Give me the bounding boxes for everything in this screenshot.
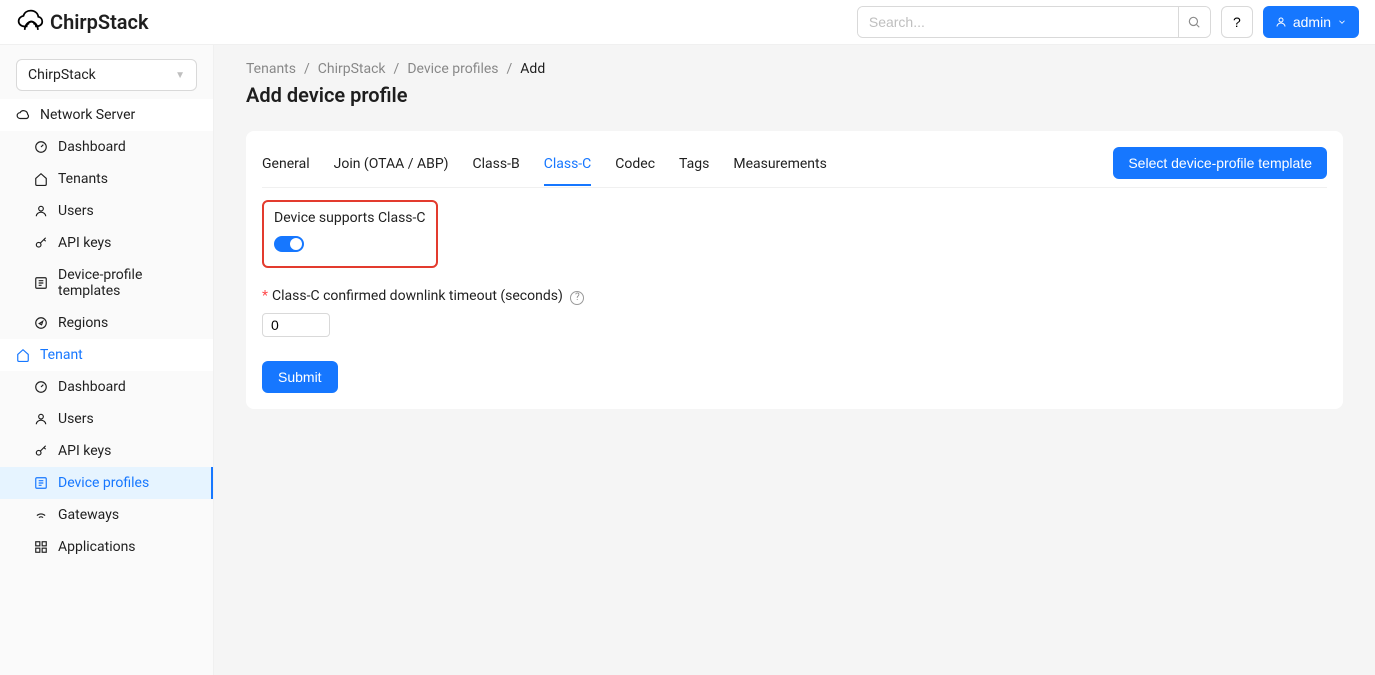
search-icon <box>1187 15 1201 29</box>
breadcrumb-item: Add <box>520 61 545 77</box>
logo: ChirpStack <box>16 8 149 36</box>
sidebar-item-tenants[interactable]: Tenants <box>0 163 213 195</box>
required-mark: * <box>262 288 268 304</box>
tab-codec[interactable]: Codec <box>615 148 655 186</box>
cloud-icon <box>16 108 30 122</box>
nav-group-label: Tenant <box>40 347 83 363</box>
sidebar-item-api-keys[interactable]: API keys <box>0 227 213 259</box>
sidebar-item-api-keys[interactable]: API keys <box>0 435 213 467</box>
nav-group-tenant[interactable]: Tenant <box>0 339 213 371</box>
breadcrumb-item[interactable]: Device profiles <box>407 61 498 77</box>
home-icon <box>16 348 30 362</box>
sidebar-item-label: API keys <box>58 443 111 459</box>
sidebar-item-label: Applications <box>58 539 136 555</box>
wifi-icon <box>34 508 48 522</box>
tab-general[interactable]: General <box>262 148 310 186</box>
brand-name: ChirpStack <box>50 10 149 34</box>
dashboard-icon <box>34 380 48 394</box>
sidebar-item-regions[interactable]: Regions <box>0 307 213 339</box>
timeout-input[interactable] <box>262 313 330 337</box>
sidebar-item-label: Gateways <box>58 507 119 523</box>
sidebar-item-device-profiles[interactable]: Device profiles <box>0 467 213 499</box>
sidebar-item-users[interactable]: Users <box>0 403 213 435</box>
help-icon[interactable]: ? <box>570 291 584 305</box>
dashboard-icon <box>34 140 48 154</box>
breadcrumb-item[interactable]: Tenants <box>246 61 296 77</box>
submit-button[interactable]: Submit <box>262 361 338 393</box>
page-title: Add device profile <box>246 83 1343 107</box>
sidebar-item-label: Dashboard <box>58 139 126 155</box>
home-icon <box>34 172 48 186</box>
help-button[interactable]: ? <box>1221 6 1253 38</box>
breadcrumb-separator: / <box>507 61 513 77</box>
breadcrumb: Tenants / ChirpStack / Device profiles / Add <box>246 61 1343 77</box>
tenant-select-value: ChirpStack <box>28 67 96 83</box>
logo-icon <box>16 8 44 36</box>
card-header: General Join (OTAA / ABP) Class-B Class-C Co… <box>262 147 1327 188</box>
key-icon <box>34 444 48 458</box>
search-input[interactable] <box>858 7 1178 37</box>
appstore-icon <box>34 540 48 554</box>
user-icon <box>34 412 48 426</box>
tenant-select[interactable]: ChirpStack ▼ <box>16 59 197 91</box>
user-icon <box>1275 16 1287 28</box>
sidebar-item-label: Device-profile templates <box>58 267 197 299</box>
user-icon <box>34 204 48 218</box>
control-icon <box>34 476 48 490</box>
nav-group-network-server[interactable]: Network Server <box>0 99 213 131</box>
sidebar: ChirpStack ▼ Network Server Dashboard Ten… <box>0 45 214 675</box>
sidebar-item-label: Dashboard <box>58 379 126 395</box>
tab-join-otaa-abp-[interactable]: Join (OTAA / ABP) <box>334 148 449 186</box>
breadcrumb-separator: / <box>304 61 310 77</box>
breadcrumb-separator: / <box>394 61 400 77</box>
tabs: General Join (OTAA / ABP) Class-B Class-C Co… <box>262 148 827 186</box>
tab-tags[interactable]: Tags <box>679 148 709 186</box>
tab-class-b[interactable]: Class-B <box>473 148 520 186</box>
main-content: Tenants / ChirpStack / Device profiles / Add A… <box>214 45 1375 675</box>
sidebar-item-applications[interactable]: Applications <box>0 531 213 563</box>
search-button[interactable] <box>1178 7 1210 37</box>
sidebar-item-label: Tenants <box>58 171 108 187</box>
sidebar-item-dashboard[interactable]: Dashboard <box>0 131 213 163</box>
class-c-highlight: Device supports Class-C <box>262 200 438 268</box>
sidebar-item-label: Users <box>58 203 94 219</box>
select-template-button[interactable]: Select device-profile template <box>1113 147 1327 179</box>
compass-icon <box>34 316 48 330</box>
sidebar-item-gateways[interactable]: Gateways <box>0 499 213 531</box>
chevron-down-icon: ▼ <box>175 70 185 81</box>
form-card: General Join (OTAA / ABP) Class-B Class-C Co… <box>246 131 1343 409</box>
nav-group-label: Network Server <box>40 107 135 123</box>
sidebar-item-users[interactable]: Users <box>0 195 213 227</box>
breadcrumb-item[interactable]: ChirpStack <box>318 61 386 77</box>
key-icon <box>34 236 48 250</box>
tab-measurements[interactable]: Measurements <box>733 148 826 186</box>
class-c-toggle[interactable] <box>274 236 304 252</box>
user-menu-button[interactable]: admin <box>1263 6 1359 38</box>
sidebar-item-label: Users <box>58 411 94 427</box>
user-label: admin <box>1293 14 1331 30</box>
tab-class-c[interactable]: Class-C <box>544 148 592 186</box>
search-box <box>857 6 1211 38</box>
sidebar-item-label: API keys <box>58 235 111 251</box>
control-icon <box>34 276 48 290</box>
sidebar-item-label: Device profiles <box>58 475 149 491</box>
sidebar-item-label: Regions <box>58 315 108 331</box>
sidebar-item-device-profile-templates[interactable]: Device-profile templates <box>0 259 213 307</box>
timeout-label: *Class-C confirmed downlink timeout (sec… <box>262 288 584 304</box>
chevron-down-icon <box>1337 17 1347 27</box>
sidebar-item-dashboard[interactable]: Dashboard <box>0 371 213 403</box>
class-c-label: Device supports Class-C <box>274 210 426 226</box>
header: ChirpStack ? admin <box>0 0 1375 45</box>
